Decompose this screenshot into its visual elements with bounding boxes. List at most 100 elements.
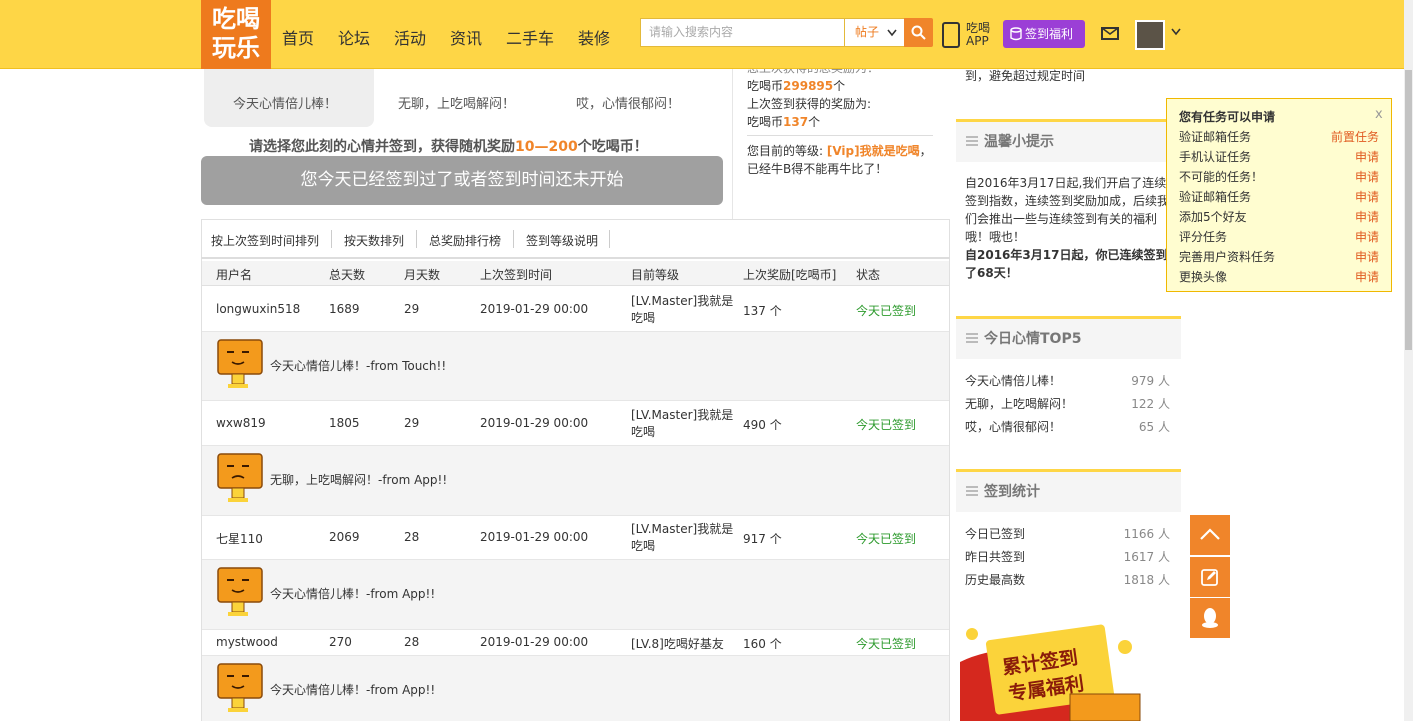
level-value[interactable]: [Vip]我就是吃喝 bbox=[827, 144, 920, 158]
tips-body: 自2016年3月17日起,我们开启了连续签到指数，连续签到奖励加成，后续我们会推… bbox=[965, 174, 1170, 282]
row-reward: 490 个 bbox=[743, 418, 782, 432]
row-month: 28 bbox=[404, 635, 420, 649]
top5-item: 今天心情倍儿棒！ 979 人 bbox=[965, 372, 1170, 389]
row-user[interactable]: mystwood bbox=[216, 635, 278, 649]
search-type-select[interactable]: 帖子 bbox=[845, 18, 905, 47]
reward-coins-total: 吃喝币299895个 bbox=[747, 77, 845, 95]
task-item: 验证邮箱任务 申请 bbox=[1179, 188, 1379, 205]
search-type-label: 帖子 bbox=[855, 25, 880, 39]
task-item: 完善用户资料任务 申请 bbox=[1179, 248, 1379, 265]
task-popup: 您有任务可以申请 x 验证邮箱任务 前置任务 手机认证任务 申请 不可能的任务！ 申请… bbox=[1166, 98, 1392, 292]
tab-by-time[interactable]: 按上次签到时间排列 bbox=[211, 232, 319, 249]
level-label: 您目前的等级: bbox=[747, 144, 824, 158]
nav-news[interactable]: 资讯 bbox=[450, 25, 482, 49]
nav-events[interactable]: 活动 bbox=[394, 25, 426, 49]
logo-line2: 玩乐 bbox=[212, 34, 260, 62]
site-logo[interactable]: 吃喝 玩乐 bbox=[201, 0, 271, 69]
mood-option-bored[interactable]: 无聊，上吃喝解闷！ bbox=[398, 93, 515, 112]
chevron-up-icon bbox=[1200, 528, 1220, 540]
coins-prefix: 吃喝币 bbox=[747, 115, 784, 129]
row-user[interactable]: wxw819 bbox=[216, 416, 266, 430]
nav-used-car[interactable]: 二手车 bbox=[506, 25, 554, 49]
top5-count: 65 人 bbox=[1138, 420, 1170, 434]
col-total: 总天数 bbox=[329, 268, 366, 282]
row-month: 29 bbox=[404, 416, 420, 430]
mascot-icon bbox=[217, 567, 263, 616]
avatar-chevron-icon[interactable] bbox=[1171, 28, 1181, 36]
close-icon[interactable]: x bbox=[1375, 107, 1383, 122]
top5-item: 无聊，上吃喝解闷！ 122 人 bbox=[965, 395, 1170, 412]
phone-icon[interactable] bbox=[942, 22, 960, 48]
row-total: 270 bbox=[329, 635, 352, 649]
top5-label: 无聊，上吃喝解闷！ bbox=[965, 397, 1074, 411]
task-item: 更换头像 申请 bbox=[1179, 268, 1379, 285]
sign-status-button[interactable]: 您今天已经签到过了或者签到时间还未开始 bbox=[201, 156, 723, 205]
qq-button[interactable] bbox=[1190, 598, 1230, 638]
task-action[interactable]: 申请 bbox=[1355, 208, 1379, 225]
stats-item: 历史最高数 1818 人 bbox=[965, 571, 1170, 588]
tips-text: 自2016年3月17日起,我们开启了连续签到指数，连续签到奖励加成，后续我们会推… bbox=[965, 176, 1170, 244]
nav-forum[interactable]: 论坛 bbox=[338, 25, 370, 49]
task-name: 手机认证任务 bbox=[1179, 150, 1252, 164]
task-action[interactable]: 申请 bbox=[1355, 148, 1379, 165]
list-icon bbox=[966, 136, 978, 146]
row-divider bbox=[202, 400, 949, 401]
edit-button[interactable] bbox=[1190, 557, 1230, 597]
stats-panel-title: 签到统计 bbox=[956, 469, 1181, 512]
row-time: 2019-01-29 00:00 bbox=[480, 416, 589, 430]
row-level: [LV.Master]我就是吃喝 bbox=[631, 522, 734, 553]
tab-by-days[interactable]: 按天数排列 bbox=[344, 232, 404, 249]
row-level: [LV.Master]我就是吃喝 bbox=[631, 408, 734, 439]
task-action[interactable]: 申请 bbox=[1355, 228, 1379, 245]
tab-total-reward[interactable]: 总奖励排行榜 bbox=[429, 232, 501, 249]
row-user[interactable]: 七星110 bbox=[216, 530, 263, 547]
row-memo-text: 今天心情倍儿棒！-from App!! bbox=[270, 683, 436, 697]
tab-separator bbox=[609, 230, 610, 248]
task-action[interactable]: 申请 bbox=[1355, 188, 1379, 205]
task-action[interactable]: 申请 bbox=[1355, 168, 1379, 185]
tips-streak: 自2016年3月17日起，你已连续签到了68天！ bbox=[965, 248, 1168, 280]
mail-icon[interactable] bbox=[1101, 27, 1119, 40]
sign-welfare-button[interactable]: 签到福利 bbox=[1003, 20, 1085, 48]
tab-level-info[interactable]: 签到等级说明 bbox=[526, 232, 598, 249]
row-total: 1689 bbox=[329, 302, 360, 316]
nav-decoration[interactable]: 装修 bbox=[578, 25, 610, 49]
nav-home[interactable]: 首页 bbox=[282, 25, 314, 49]
mascot-icon bbox=[217, 453, 263, 502]
level-line2: 已经牛B得不能再牛比了！ bbox=[747, 162, 888, 176]
coins-last-value: 137 bbox=[783, 115, 809, 129]
list-icon bbox=[966, 486, 978, 496]
search-input[interactable]: 请输入搜索内容 bbox=[640, 18, 845, 47]
row-status: 今天已签到 bbox=[856, 418, 917, 432]
sign-prompt: 请选择您此刻的心情并签到，获得随机奖励10—200个吃喝币！ bbox=[249, 136, 648, 156]
search-button[interactable] bbox=[904, 18, 933, 47]
tips-title-text: 温馨小提示 bbox=[984, 134, 1054, 150]
col-time: 上次签到时间 bbox=[480, 268, 553, 282]
promo-banner[interactable]: 累计签到 专属福利 bbox=[960, 622, 1180, 721]
tab-separator bbox=[416, 230, 417, 248]
task-item: 不可能的任务！ 申请 bbox=[1179, 168, 1379, 185]
stats-count: 1166 人 bbox=[1123, 527, 1170, 541]
row-memo-text: 今天心情倍儿棒！-from Touch!! bbox=[270, 359, 447, 373]
last-reward-label: 上次签到获得的奖励为: bbox=[747, 97, 872, 111]
back-to-top-button[interactable] bbox=[1190, 515, 1230, 555]
app-link[interactable]: 吃喝 APP bbox=[966, 22, 990, 48]
task-action[interactable]: 申请 bbox=[1355, 268, 1379, 285]
mood-option-sad[interactable]: 哎，心情很郁闷！ bbox=[576, 93, 680, 112]
row-user[interactable]: longwuxin518 bbox=[216, 302, 300, 316]
level-line: 您目前的等级: [Vip]我就是吃喝， bbox=[747, 142, 932, 160]
task-action[interactable]: 前置任务 bbox=[1331, 128, 1379, 145]
stats-count: 1617 人 bbox=[1123, 550, 1170, 564]
avatar[interactable] bbox=[1135, 20, 1165, 50]
prompt-suffix: 个吃喝币！ bbox=[577, 139, 648, 155]
task-name: 验证邮箱任务 bbox=[1179, 190, 1252, 204]
task-name: 不可能的任务！ bbox=[1179, 170, 1264, 184]
search-icon bbox=[911, 25, 926, 40]
top5-count: 122 人 bbox=[1131, 397, 1170, 411]
task-action[interactable]: 申请 bbox=[1355, 248, 1379, 265]
coins-icon bbox=[1010, 27, 1022, 41]
top5-item: 哎，心情很郁闷！ 65 人 bbox=[965, 418, 1170, 435]
mood-option-happy[interactable]: 今天心情倍儿棒！ bbox=[233, 93, 337, 112]
scrollbar-thumb[interactable] bbox=[1405, 70, 1412, 350]
col-status: 状态 bbox=[856, 268, 881, 282]
